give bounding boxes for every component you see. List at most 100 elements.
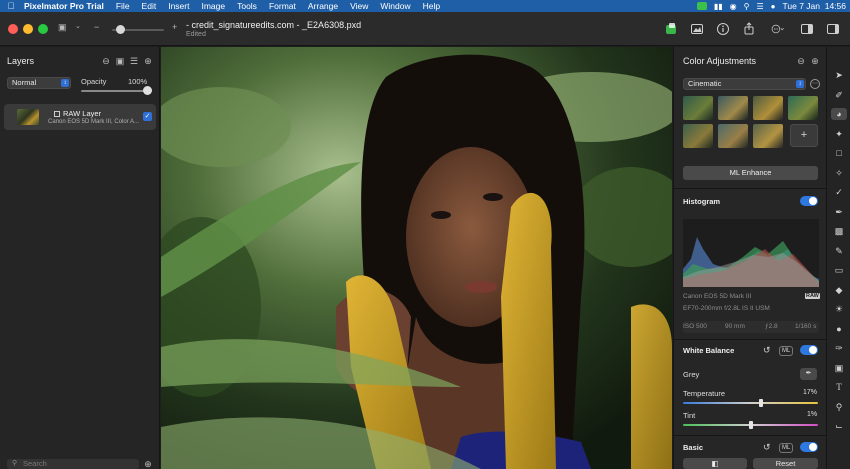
minus-circle-icon[interactable]: ⊖ [101,56,111,66]
add-adjustment-icon[interactable]: ⊕ [810,56,820,66]
eyedropper-button[interactable]: ✒ [800,368,817,380]
opacity-slider-knob[interactable] [143,86,152,95]
menu-edit[interactable]: Edit [136,1,163,11]
retouch-icon[interactable]: ✎ [833,245,845,257]
wifi-icon[interactable]: ◉ [730,2,737,11]
compare-button[interactable]: ◧ [683,458,747,469]
burn-icon[interactable]: ☀ [833,303,845,315]
status-app-icon[interactable] [696,2,707,10]
zoom-out-button[interactable]: − [94,22,99,32]
menu-clock[interactable]: Tue 7 Jan 14:56 [783,1,846,11]
color-adjust-icon[interactable]: ◕ [831,108,847,120]
app-status-icon[interactable] [664,22,678,36]
tint-value[interactable]: 1% [807,411,817,418]
style-icon[interactable]: ✐ [833,89,845,101]
pen-icon[interactable]: ✑ [833,342,845,354]
mask-icon[interactable]: ▣ [115,56,125,66]
eraser-icon[interactable]: ▭ [833,264,845,276]
preset-select[interactable]: Cinematic ↕ [683,78,806,90]
close-window-button[interactable] [8,24,18,34]
minimize-window-button[interactable] [23,24,33,34]
white-balance-mode[interactable]: Grey [683,370,699,379]
minus-circle-icon[interactable]: ⊖ [796,56,806,66]
zoom-slider-knob[interactable] [116,25,125,34]
menu-view[interactable]: View [344,1,374,11]
basic-ml-button[interactable]: ML [779,443,794,453]
menu-help[interactable]: Help [417,1,446,11]
menu-window[interactable]: Window [374,1,416,11]
menu-tools[interactable]: Tools [231,1,263,11]
shape-icon[interactable]: ▣ [833,362,845,374]
preset-thumbnail[interactable] [718,96,748,120]
divider [674,188,827,189]
filter-icon[interactable]: ⊕ [143,459,153,469]
sidebar-toggle-icon[interactable]: ▣ [58,22,67,33]
siri-icon[interactable]: ● [771,2,776,11]
opacity-slider[interactable] [81,90,149,92]
view-menu-chevron-icon[interactable]: ⌄ [75,22,81,30]
blend-mode-select[interactable]: Normal ↕ [7,77,71,89]
preset-thumbnail[interactable] [718,124,748,148]
tools-toggle-icon[interactable] [826,22,840,36]
opacity-value[interactable]: 100% [128,77,147,86]
inspector-toggle-icon[interactable] [800,22,814,36]
more-options-icon[interactable] [768,22,788,36]
layer-thumbnail [17,109,39,125]
preset-thumbnail[interactable] [753,96,783,120]
add-layer-icon[interactable]: ⊕ [143,56,153,66]
zoom-icon[interactable]: ⚲ [833,401,845,413]
crop-select-icon[interactable]: □ [833,147,845,159]
crop-icon[interactable]: ⌙ [833,420,845,432]
layer-row[interactable]: RAW Layer Canon EOS 5D Mark III, Color A… [4,104,156,130]
temperature-slider-knob[interactable] [759,399,763,407]
battery-icon[interactable]: ▮▮ [714,2,723,11]
temperature-value[interactable]: 17% [803,389,817,396]
histogram-toggle[interactable] [800,196,818,206]
apple-menu-icon[interactable]:  [0,1,22,11]
preset-thumbnail[interactable] [683,124,713,148]
layers-search-input[interactable]: ⚲ Search [7,459,139,469]
magic-wand-icon[interactable]: ✧ [833,167,845,179]
layer-stack-icon[interactable]: ☰ [129,56,139,66]
white-balance-toggle[interactable] [800,345,818,355]
tint-slider-knob[interactable] [749,421,753,429]
image-canvas[interactable] [161,47,672,469]
type-icon[interactable]: T [833,381,845,393]
ml-enhance-button[interactable]: ML Enhance [683,166,818,180]
control-center-icon[interactable]: ☰ [757,2,764,11]
info-icon[interactable] [716,22,730,36]
layer-visibility-checkbox[interactable]: ✓ [143,112,152,121]
preset-thumbnail[interactable] [788,96,818,120]
layers-title: Layers [7,56,35,66]
photo-browser-icon[interactable] [690,22,704,36]
menu-insert[interactable]: Insert [162,1,195,11]
white-balance-ml-button[interactable]: ML [779,346,794,356]
menu-format[interactable]: Format [263,1,302,11]
preset-thumbnail[interactable] [683,96,713,120]
arrange-icon[interactable]: ➤ [833,69,845,81]
reset-icon[interactable]: ↺ [763,346,772,355]
menu-arrange[interactable]: Arrange [302,1,344,11]
basic-toggle[interactable] [800,442,818,452]
search-spotlight-icon[interactable]: ⚲ [744,2,750,11]
paint-icon[interactable]: ✒ [833,206,845,218]
zoom-in-button[interactable]: + [172,22,177,32]
reset-button[interactable]: Reset [753,458,818,469]
add-preset-button[interactable]: + [790,124,818,147]
menu-app-name[interactable]: Pixelmator Pro Trial [22,1,110,11]
effects-icon[interactable]: ✦ [833,128,845,140]
menu-image[interactable]: Image [195,1,231,11]
histogram-title: Histogram [683,197,721,206]
share-icon[interactable] [742,22,756,36]
preset-thumbnail[interactable] [753,124,783,148]
reset-icon[interactable]: ↺ [763,443,772,452]
temperature-slider[interactable] [683,402,818,404]
sharpen-icon[interactable]: ◆ [833,284,845,296]
more-icon[interactable]: ⋯ [810,79,820,89]
zoom-window-button[interactable] [38,24,48,34]
color-picker-icon[interactable]: ✓ [833,186,845,198]
menu-file[interactable]: File [110,1,136,11]
bucket-icon[interactable]: ▩ [833,225,845,237]
sponge-icon[interactable]: ● [833,323,845,335]
focal-length: 90 mm [725,323,745,330]
